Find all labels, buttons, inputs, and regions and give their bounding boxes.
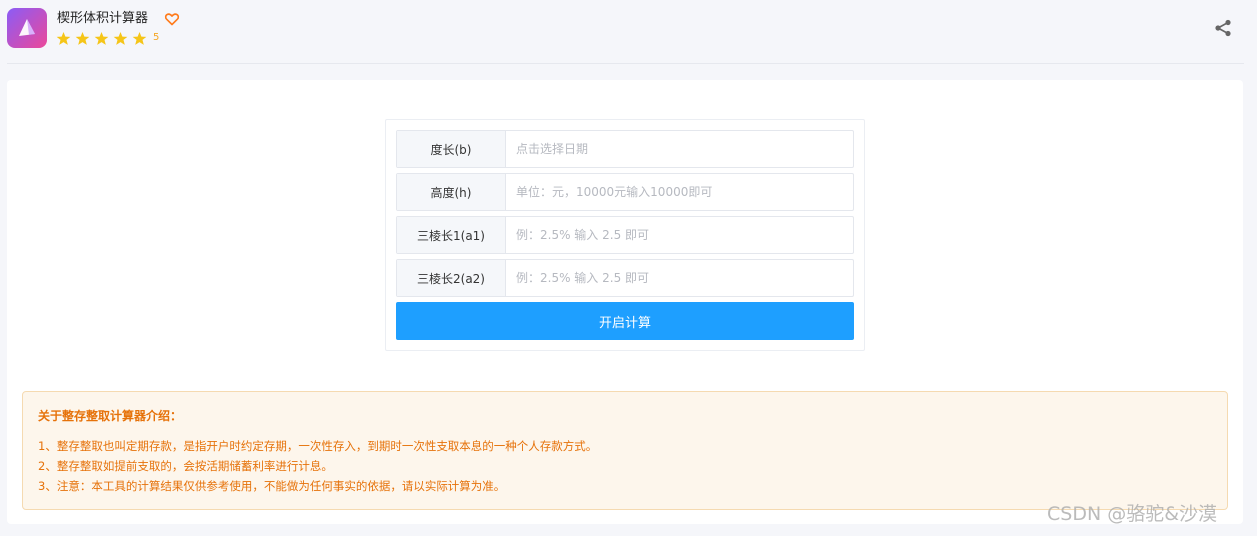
edge2-label: 三棱长2(a2) (397, 260, 506, 296)
form-row-length: 度长(b) (396, 130, 854, 168)
app-header: 楔形体积计算器 5 (0, 0, 1257, 64)
form-row-edge2: 三棱长2(a2) (396, 259, 854, 297)
calculate-button[interactable]: 开启计算 (396, 302, 854, 340)
star-icon (94, 31, 109, 45)
edge1-label: 三棱长1(a1) (397, 217, 506, 253)
main-card: 度长(b) 高度(h) 三棱长1(a1) 三棱长2(a2) 开启计算 关于整存整… (7, 80, 1243, 524)
notice-item: 2、整存整取如提前支取的，会按活期储蓄利率进行计息。 (38, 459, 333, 473)
form-row-edge1: 三棱长1(a1) (396, 216, 854, 254)
height-label: 高度(h) (397, 174, 506, 210)
calculator-form: 度长(b) 高度(h) 三棱长1(a1) 三棱长2(a2) 开启计算 (385, 119, 865, 351)
edge1-input[interactable] (506, 217, 853, 253)
length-input[interactable] (506, 131, 853, 167)
star-icon (75, 31, 90, 45)
star-icon (113, 31, 128, 45)
notice-item: 3、注意：本工具的计算结果仅供参考使用，不能做为任何事实的依据，请以实际计算为准… (38, 479, 506, 493)
length-label: 度长(b) (397, 131, 506, 167)
heart-icon[interactable] (164, 11, 180, 27)
app-logo-icon (7, 8, 47, 48)
header-divider (7, 63, 1244, 64)
info-notice: 关于整存整取计算器介绍： 1、整存整取也叫定期存款，是指开户时约定存期，一次性存… (22, 391, 1228, 510)
share-icon[interactable] (1213, 18, 1233, 38)
rating: 5 (56, 30, 159, 46)
rating-value: 5 (153, 32, 160, 43)
watermark: CSDN @骆驼&沙漠 (1047, 503, 1218, 525)
star-icon (132, 31, 147, 45)
form-row-height: 高度(h) (396, 173, 854, 211)
notice-item: 1、整存整取也叫定期存款，是指开户时约定存期，一次性存入，到期时一次性支取本息的… (38, 439, 598, 453)
star-icon (56, 31, 71, 45)
edge2-input[interactable] (506, 260, 853, 296)
app-title: 楔形体积计算器 (57, 11, 149, 26)
height-input[interactable] (506, 174, 853, 210)
notice-title: 关于整存整取计算器介绍： (38, 409, 183, 423)
